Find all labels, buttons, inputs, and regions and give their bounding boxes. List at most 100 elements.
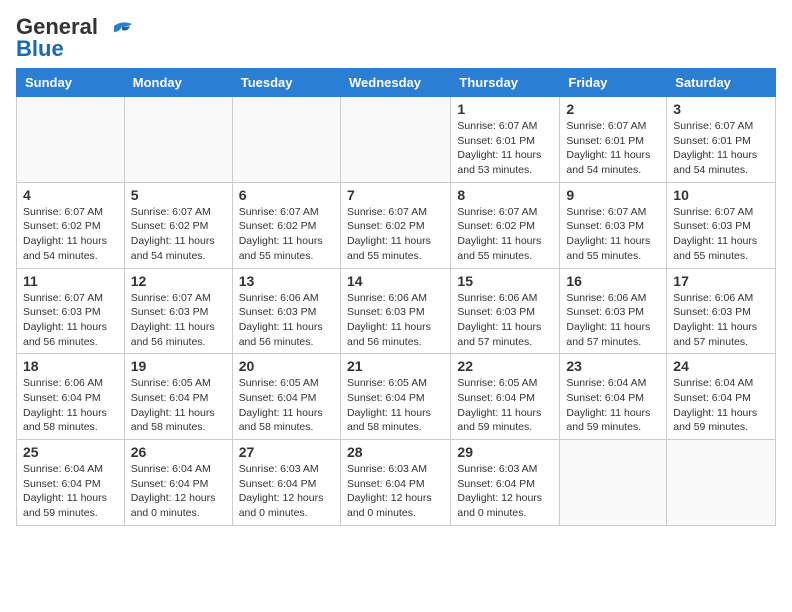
day-number: 14 — [347, 273, 444, 289]
day-number: 8 — [457, 187, 553, 203]
day-info: Sunrise: 6:07 AM Sunset: 6:02 PM Dayligh… — [131, 205, 226, 264]
calendar-cell: 27 Sunrise: 6:03 AM Sunset: 6:04 PM Dayli… — [232, 440, 340, 526]
day-number: 24 — [673, 358, 769, 374]
day-info: Sunrise: 6:03 AM Sunset: 6:04 PM Dayligh… — [347, 462, 444, 521]
day-number: 23 — [566, 358, 660, 374]
calendar-cell: 23Sunrise: 6:04 AM Sunset: 6:04 PM Dayli… — [560, 354, 667, 440]
day-info: Sunrise: 6:07 AM Sunset: 6:02 PM Dayligh… — [347, 205, 444, 264]
calendar-cell: 7 Sunrise: 6:07 AM Sunset: 6:02 PM Daylig… — [340, 182, 450, 268]
day-number: 25 — [23, 444, 118, 460]
logo-blue: Blue — [16, 36, 64, 61]
calendar-cell: 16 Sunrise: 6:06 AM Sunset: 6:03 PM Dayli… — [560, 268, 667, 354]
day-number: 1 — [457, 101, 553, 117]
weekday-header-row: SundayMondayTuesdayWednesdayThursdayFrid… — [17, 69, 776, 97]
day-info: Sunrise: 6:06 AM Sunset: 6:03 PM Dayligh… — [566, 291, 660, 350]
day-info: Sunrise: 6:07 AM Sunset: 6:03 PM Dayligh… — [673, 205, 769, 264]
day-number: 3 — [673, 101, 769, 117]
day-number: 9 — [566, 187, 660, 203]
calendar-cell — [17, 97, 125, 183]
calendar-week-2: 4 Sunrise: 6:07 AM Sunset: 6:02 PM Daylig… — [17, 182, 776, 268]
day-number: 11 — [23, 273, 118, 289]
calendar-cell: 8 Sunrise: 6:07 AM Sunset: 6:02 PM Daylig… — [451, 182, 560, 268]
day-number: 21 — [347, 358, 444, 374]
day-number: 15 — [457, 273, 553, 289]
calendar-body: 1 Sunrise: 6:07 AM Sunset: 6:01 PM Daylig… — [17, 97, 776, 526]
day-number: 16 — [566, 273, 660, 289]
day-info: Sunrise: 6:04 AM Sunset: 6:04 PM Dayligh… — [131, 462, 226, 521]
calendar-cell: 18 Sunrise: 6:06 AM Sunset: 6:04 PM Dayli… — [17, 354, 125, 440]
day-number: 27 — [239, 444, 334, 460]
weekday-header-saturday: Saturday — [667, 69, 776, 97]
day-info: Sunrise: 6:07 AM Sunset: 6:02 PM Dayligh… — [23, 205, 118, 264]
day-info: Sunrise: 6:06 AM Sunset: 6:04 PM Dayligh… — [23, 376, 118, 435]
day-number: 7 — [347, 187, 444, 203]
day-number: 2 — [566, 101, 660, 117]
calendar-cell: 1Sunrise: 6:07 AM Sunset: 6:01 PM Daylig… — [451, 97, 560, 183]
day-info: Sunrise: 6:04 AM Sunset: 6:04 PM Dayligh… — [673, 376, 769, 435]
weekday-header-thursday: Thursday — [451, 69, 560, 97]
calendar-cell: 25Sunrise: 6:04 AM Sunset: 6:04 PM Dayli… — [17, 440, 125, 526]
day-number: 28 — [347, 444, 444, 460]
calendar-cell: 3 Sunrise: 6:07 AM Sunset: 6:01 PM Daylig… — [667, 97, 776, 183]
calendar-cell: 9Sunrise: 6:07 AM Sunset: 6:03 PM Daylig… — [560, 182, 667, 268]
logo-text: General Blue — [16, 16, 98, 60]
calendar-cell — [560, 440, 667, 526]
calendar-cell: 19 Sunrise: 6:05 AM Sunset: 6:04 PM Dayli… — [124, 354, 232, 440]
calendar-cell: 11 Sunrise: 6:07 AM Sunset: 6:03 PM Dayli… — [17, 268, 125, 354]
weekday-header-sunday: Sunday — [17, 69, 125, 97]
weekday-header-wednesday: Wednesday — [340, 69, 450, 97]
day-number: 12 — [131, 273, 226, 289]
day-info: Sunrise: 6:06 AM Sunset: 6:03 PM Dayligh… — [457, 291, 553, 350]
weekday-header-friday: Friday — [560, 69, 667, 97]
calendar-cell: 5Sunrise: 6:07 AM Sunset: 6:02 PM Daylig… — [124, 182, 232, 268]
day-number: 13 — [239, 273, 334, 289]
weekday-header-monday: Monday — [124, 69, 232, 97]
calendar-cell: 15 Sunrise: 6:06 AM Sunset: 6:03 PM Dayli… — [451, 268, 560, 354]
day-info: Sunrise: 6:07 AM Sunset: 6:01 PM Dayligh… — [673, 119, 769, 178]
calendar-cell: 12 Sunrise: 6:07 AM Sunset: 6:03 PM Dayli… — [124, 268, 232, 354]
calendar-header: SundayMondayTuesdayWednesdayThursdayFrid… — [17, 69, 776, 97]
day-info: Sunrise: 6:03 AM Sunset: 6:04 PM Dayligh… — [457, 462, 553, 521]
day-info: Sunrise: 6:06 AM Sunset: 6:03 PM Dayligh… — [239, 291, 334, 350]
calendar-cell: 21 Sunrise: 6:05 AM Sunset: 6:04 PM Dayli… — [340, 354, 450, 440]
calendar-cell: 2 Sunrise: 6:07 AM Sunset: 6:01 PM Daylig… — [560, 97, 667, 183]
day-info: Sunrise: 6:05 AM Sunset: 6:04 PM Dayligh… — [239, 376, 334, 435]
day-number: 19 — [131, 358, 226, 374]
day-info: Sunrise: 6:06 AM Sunset: 6:03 PM Dayligh… — [347, 291, 444, 350]
calendar-cell: 4 Sunrise: 6:07 AM Sunset: 6:02 PM Daylig… — [17, 182, 125, 268]
day-info: Sunrise: 6:07 AM Sunset: 6:01 PM Dayligh… — [566, 119, 660, 178]
calendar-week-4: 18 Sunrise: 6:06 AM Sunset: 6:04 PM Dayli… — [17, 354, 776, 440]
calendar-cell: 6 Sunrise: 6:07 AM Sunset: 6:02 PM Daylig… — [232, 182, 340, 268]
calendar-cell: 24 Sunrise: 6:04 AM Sunset: 6:04 PM Dayli… — [667, 354, 776, 440]
weekday-header-tuesday: Tuesday — [232, 69, 340, 97]
day-info: Sunrise: 6:05 AM Sunset: 6:04 PM Dayligh… — [131, 376, 226, 435]
calendar-cell: 10 Sunrise: 6:07 AM Sunset: 6:03 PM Dayli… — [667, 182, 776, 268]
calendar-cell — [232, 97, 340, 183]
day-info: Sunrise: 6:05 AM Sunset: 6:04 PM Dayligh… — [347, 376, 444, 435]
calendar-cell — [124, 97, 232, 183]
day-number: 18 — [23, 358, 118, 374]
calendar-cell: 26 Sunrise: 6:04 AM Sunset: 6:04 PM Dayli… — [124, 440, 232, 526]
calendar-cell: 14 Sunrise: 6:06 AM Sunset: 6:03 PM Dayli… — [340, 268, 450, 354]
day-number: 20 — [239, 358, 334, 374]
day-info: Sunrise: 6:03 AM Sunset: 6:04 PM Dayligh… — [239, 462, 334, 521]
day-number: 17 — [673, 273, 769, 289]
day-number: 10 — [673, 187, 769, 203]
calendar-week-3: 11 Sunrise: 6:07 AM Sunset: 6:03 PM Dayli… — [17, 268, 776, 354]
calendar-cell: 20 Sunrise: 6:05 AM Sunset: 6:04 PM Dayli… — [232, 354, 340, 440]
day-info: Sunrise: 6:07 AM Sunset: 6:02 PM Dayligh… — [457, 205, 553, 264]
calendar-cell: 29Sunrise: 6:03 AM Sunset: 6:04 PM Dayli… — [451, 440, 560, 526]
day-info: Sunrise: 6:07 AM Sunset: 6:03 PM Dayligh… — [23, 291, 118, 350]
logo-bird-icon — [104, 18, 134, 48]
day-info: Sunrise: 6:07 AM Sunset: 6:02 PM Dayligh… — [239, 205, 334, 264]
calendar-week-1: 1 Sunrise: 6:07 AM Sunset: 6:01 PM Daylig… — [17, 97, 776, 183]
day-number: 26 — [131, 444, 226, 460]
calendar-cell: 13 Sunrise: 6:06 AM Sunset: 6:03 PM Dayli… — [232, 268, 340, 354]
day-number: 4 — [23, 187, 118, 203]
calendar-week-5: 25 Sunrise: 6:04 AM Sunset: 6:04 PM Dayli… — [17, 440, 776, 526]
day-info: Sunrise: 6:07 AM Sunset: 6:03 PM Dayligh… — [131, 291, 226, 350]
day-info: Sunrise: 6:05 AM Sunset: 6:04 PM Dayligh… — [457, 376, 553, 435]
day-number: 6 — [239, 187, 334, 203]
calendar-cell — [667, 440, 776, 526]
calendar-cell: 28 Sunrise: 6:03 AM Sunset: 6:04 PM Dayli… — [340, 440, 450, 526]
